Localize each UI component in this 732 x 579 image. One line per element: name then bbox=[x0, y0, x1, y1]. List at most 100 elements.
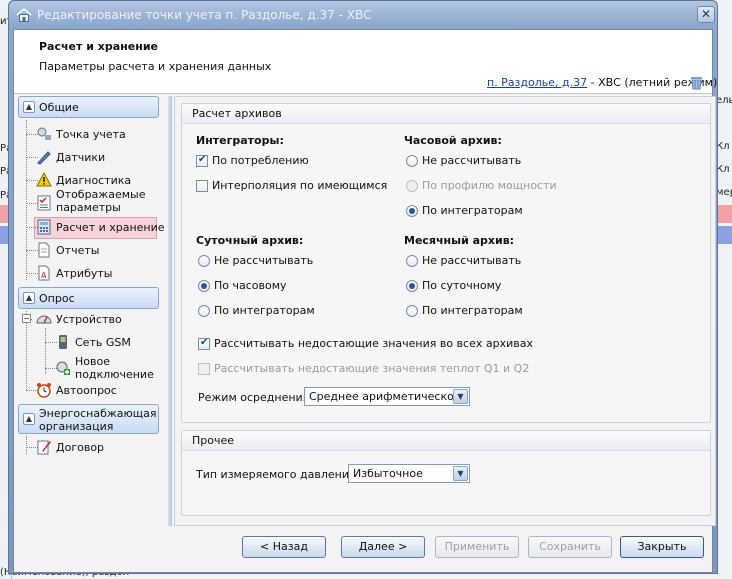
svg-text:A: A bbox=[41, 271, 47, 280]
interpolation-checkbox[interactable] bbox=[196, 180, 208, 192]
sensor-icon bbox=[37, 151, 51, 165]
dialog-client: Расчет и хранение Параметры расчета и хр… bbox=[13, 29, 717, 573]
background-text: Кл bbox=[716, 141, 730, 152]
calc-missing-all-checkbox[interactable] bbox=[198, 337, 210, 350]
dialog-header: Расчет и хранение Параметры расчета и хр… bbox=[14, 30, 717, 94]
daily-none-radio[interactable] bbox=[198, 255, 210, 267]
collapse-icon[interactable]: ▲ bbox=[23, 292, 35, 304]
other-group: Прочее Тип измеряемого давления: Избыточ… bbox=[181, 430, 711, 516]
sidebar-item-reports[interactable]: Отчеты bbox=[56, 244, 99, 257]
apply-button[interactable]: Применить bbox=[435, 536, 519, 558]
nav-group-label: Общие bbox=[39, 101, 79, 114]
phone-icon bbox=[59, 335, 67, 349]
sidebar-item-device[interactable]: Устройство bbox=[56, 313, 122, 326]
tree-expander[interactable]: − bbox=[22, 314, 31, 323]
integrators-title: Интеграторы: bbox=[196, 134, 284, 147]
page-title: Расчет и хранение bbox=[39, 40, 158, 53]
sidebar-item-contract[interactable]: Договор bbox=[56, 441, 104, 454]
collapse-icon[interactable]: ▲ bbox=[23, 413, 35, 425]
main-panel: Расчет архивов Интеграторы: По потреблен… bbox=[174, 96, 716, 526]
option-label: По часовому bbox=[214, 279, 287, 292]
option-label: Не рассчитывать bbox=[214, 254, 314, 267]
contract-icon bbox=[37, 440, 51, 455]
save-button[interactable]: Сохранить bbox=[528, 536, 612, 558]
alarm-clock-icon bbox=[37, 383, 51, 398]
archive-group: Расчет архивов Интеграторы: По потреблен… bbox=[181, 103, 711, 423]
sidebar-item-new-connection[interactable]: Новое подключение bbox=[75, 355, 155, 381]
report-icon bbox=[38, 242, 50, 258]
sidebar-item-autopoll[interactable]: Автоопрос bbox=[56, 384, 117, 397]
calculator-icon bbox=[37, 219, 51, 235]
averaging-select[interactable]: Среднее арифметическое ▼ bbox=[304, 387, 470, 406]
option-label: По интеграторам bbox=[422, 204, 523, 217]
option-label: Рассчитывать недостающие значения во все… bbox=[214, 337, 533, 350]
nav-group-label: Опрос bbox=[39, 292, 75, 305]
sidebar-item-diagnostics[interactable]: Диагностика bbox=[56, 174, 131, 187]
sidebar-item-displayed-params[interactable]: Отображаемые параметры bbox=[56, 188, 156, 214]
background-text: Кл bbox=[716, 164, 730, 175]
chevron-down-icon[interactable]: ▼ bbox=[453, 389, 468, 404]
pressure-label: Тип измеряемого давления: bbox=[196, 468, 360, 481]
option-label: Не рассчитывать bbox=[422, 154, 522, 167]
option-label: По потреблению bbox=[212, 154, 309, 167]
title-bar[interactable]: Редактирование точки учета п. Раздолье, … bbox=[9, 1, 717, 29]
sidebar-item-attributes[interactable]: Атрибуты bbox=[56, 267, 112, 280]
back-button[interactable]: < Назад bbox=[242, 536, 326, 558]
tree-line bbox=[26, 436, 27, 454]
group-title: Прочее bbox=[182, 431, 710, 451]
option-label: По интеграторам bbox=[422, 304, 523, 317]
option-label: По суточному bbox=[422, 279, 502, 292]
tree-line bbox=[26, 120, 27, 280]
nav-group-general[interactable]: ▲ Общие bbox=[18, 96, 159, 118]
hourly-none-radio[interactable] bbox=[406, 155, 418, 167]
daily-hourly-radio[interactable] bbox=[198, 280, 210, 292]
group-title: Расчет архивов bbox=[182, 104, 710, 124]
meter-point-icon bbox=[37, 127, 51, 140]
hourly-archive-title: Часовой архив: bbox=[404, 134, 502, 147]
window-close-button[interactable]: ✕ bbox=[697, 6, 715, 23]
sidebar-item-calc-storage[interactable]: Расчет и хранение bbox=[56, 221, 165, 234]
sidebar-item-sensors[interactable]: Датчики bbox=[56, 151, 105, 164]
warning-icon bbox=[36, 172, 52, 187]
option-label: Рассчитывать недостающие значения теплот… bbox=[214, 362, 530, 375]
pressure-value: Избыточное bbox=[353, 467, 423, 480]
hourly-power-profile-radio[interactable] bbox=[406, 180, 418, 192]
trash-icon[interactable] bbox=[690, 76, 703, 90]
daily-integrators-radio[interactable] bbox=[198, 305, 210, 317]
pressure-select[interactable]: Избыточное ▼ bbox=[348, 464, 470, 483]
collapse-icon[interactable]: ▲ bbox=[23, 101, 35, 113]
new-connection-icon bbox=[56, 361, 70, 375]
monthly-archive-title: Месячный архив: bbox=[404, 234, 515, 247]
calc-missing-heat-checkbox[interactable] bbox=[198, 363, 210, 375]
next-button[interactable]: Далее > bbox=[341, 536, 425, 558]
device-icon bbox=[36, 315, 52, 324]
sidebar-item-meter-point[interactable]: Точка учета bbox=[56, 128, 126, 141]
nav-group-label: Энергоснабжающая организация bbox=[39, 407, 157, 433]
monthly-integrators-radio[interactable] bbox=[406, 305, 418, 317]
option-label: По профилю мощности bbox=[422, 179, 557, 192]
option-label: Не рассчитывать bbox=[422, 254, 522, 267]
chevron-down-icon[interactable]: ▼ bbox=[453, 466, 468, 481]
panel-splitter[interactable] bbox=[168, 96, 172, 526]
object-reference: п. Раздолье, д.37 - ХВС (летний режим) bbox=[487, 76, 717, 89]
nav-group-polling[interactable]: ▲ Опрос bbox=[18, 287, 159, 309]
page-subtitle: Параметры расчета и хранения данных bbox=[39, 60, 272, 73]
averaging-label: Режим осреднения: bbox=[198, 391, 314, 404]
sidebar-nav: ▲ Общие Точка учета Датчики Диагностика … bbox=[18, 96, 165, 526]
option-label: По интеграторам bbox=[214, 304, 315, 317]
sidebar-item-gsm[interactable]: Сеть GSM bbox=[75, 336, 131, 349]
daily-archive-title: Суточный архив: bbox=[196, 234, 304, 247]
window-title: Редактирование точки учета п. Раздолье, … bbox=[37, 8, 372, 22]
close-button[interactable]: Закрыть bbox=[620, 536, 704, 558]
consumption-checkbox[interactable] bbox=[196, 154, 208, 167]
background-text: ель bbox=[716, 95, 732, 106]
checklist-icon bbox=[37, 195, 51, 211]
monthly-daily-radio[interactable] bbox=[406, 280, 418, 292]
averaging-value: Среднее арифметическое bbox=[309, 390, 461, 403]
object-link[interactable]: п. Раздолье, д.37 bbox=[487, 76, 587, 89]
nav-group-energy-supplier[interactable]: ▲ Энергоснабжающая организация bbox=[18, 404, 159, 434]
monthly-none-radio[interactable] bbox=[406, 255, 418, 267]
hourly-integrators-radio[interactable] bbox=[406, 205, 418, 217]
dialog-window: Редактирование точки учета п. Раздолье, … bbox=[8, 0, 718, 574]
home-icon bbox=[16, 7, 32, 22]
